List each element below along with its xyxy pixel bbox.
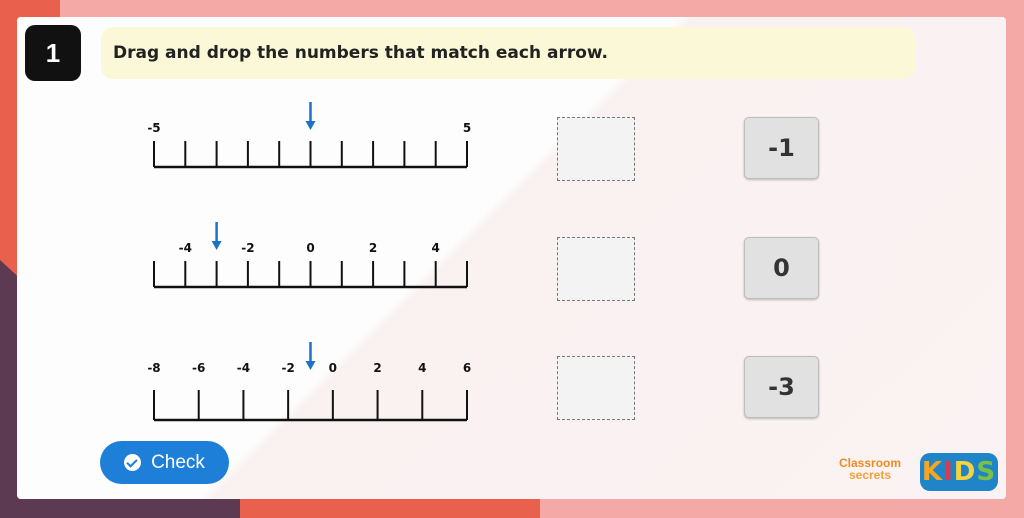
kids-letter: K: [921, 457, 944, 487]
kids-letter: I: [943, 457, 954, 487]
tick-label: -2: [281, 361, 294, 375]
kids-logo: KIDS: [920, 453, 998, 491]
answer-tile[interactable]: 0: [744, 237, 819, 299]
tick-label: -2: [241, 241, 254, 255]
tick-label: 2: [369, 241, 377, 255]
kids-letter: D: [953, 457, 977, 487]
number-lines: -5 5 -4 -2 0 2 4 -8 -6 -4 -2 0 2 4 6: [147, 102, 471, 422]
answer-tile[interactable]: -1: [744, 117, 819, 179]
tick-label: -8: [147, 361, 160, 375]
tick-label: 6: [463, 361, 471, 375]
kids-letter: S: [976, 457, 997, 487]
drop-zone-2[interactable]: [557, 237, 635, 301]
check-button[interactable]: Check: [100, 441, 229, 484]
tick-label: 2: [373, 361, 381, 375]
drop-zone-3[interactable]: [557, 356, 635, 420]
tick-label: 0: [306, 241, 314, 255]
classroom-secrets-logo: Classroom secrets: [839, 457, 901, 481]
tick-label: 5: [463, 121, 471, 135]
answer-tile[interactable]: -3: [744, 356, 819, 418]
down-arrow-icon: [305, 102, 316, 130]
down-arrow-icon: [305, 342, 316, 370]
check-button-label: Check: [151, 451, 205, 473]
tick-label: -4: [179, 241, 192, 255]
tick-label: 4: [418, 361, 426, 375]
tick-label: 4: [432, 241, 440, 255]
checkmark-icon: [124, 454, 142, 471]
logo-line2: secrets: [848, 468, 892, 482]
down-arrow-icon: [211, 222, 222, 250]
activity-card: 1 Drag and drop the numbers that match e…: [17, 17, 1006, 499]
tick-label: -6: [192, 361, 205, 375]
tick-label: -5: [147, 121, 160, 135]
tick-label: 0: [329, 361, 337, 375]
tick-label: -4: [237, 361, 250, 375]
drop-zone-1[interactable]: [557, 117, 635, 181]
background-strip: [240, 498, 540, 518]
